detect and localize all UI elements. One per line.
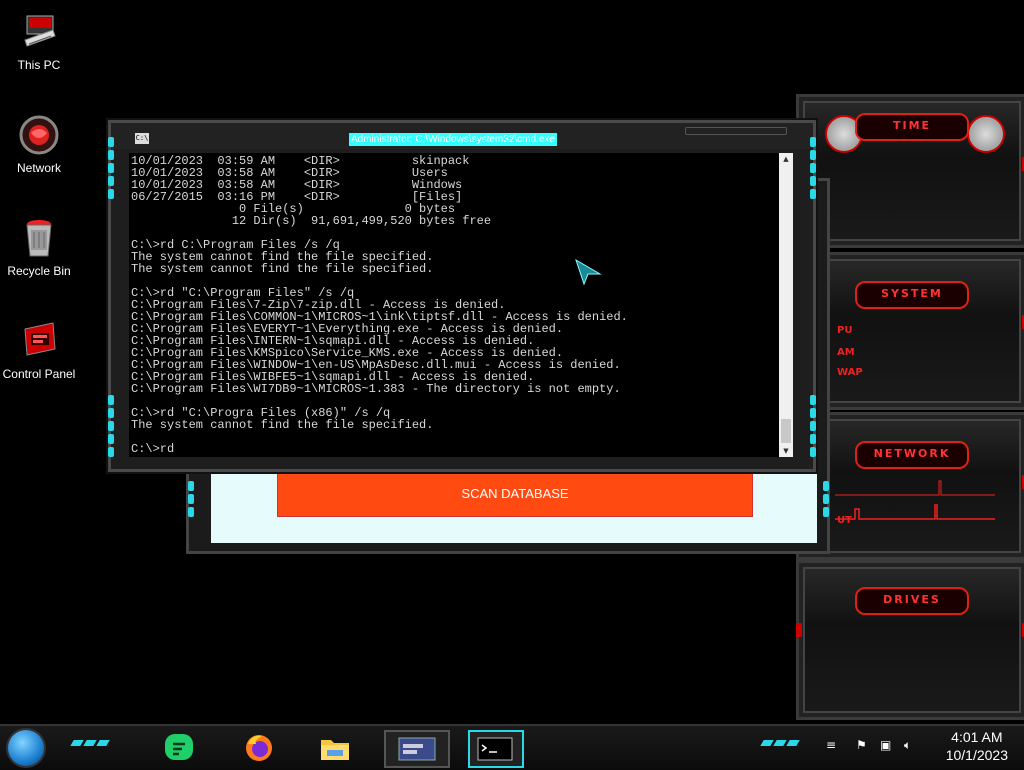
console-output: 10/01/2023 03:59 AM <DIR> skinpack 10/01…	[131, 154, 628, 456]
network-graph	[835, 480, 995, 520]
drives-gadget-header: DRIVES	[855, 587, 969, 615]
recycle-bin-icon	[17, 216, 61, 260]
decor-cyan-bars	[108, 395, 114, 457]
control-panel-icon	[17, 319, 61, 363]
decor-cyan-bars	[188, 481, 194, 517]
drives-gadget: DRIVES	[796, 560, 1024, 720]
show-hidden-icons-icon[interactable]: ≡	[826, 738, 836, 752]
system-label-swap: WAP	[837, 367, 863, 378]
scroll-down-arrow-icon[interactable]: ▼	[779, 445, 793, 457]
taskbar: ≡ ⚑ ▣ 🔈︎ 4:01 AM 10/1/2023	[0, 724, 1024, 770]
decor-tab	[796, 623, 802, 637]
action-center-flag-icon[interactable]: ⚑	[856, 738, 867, 752]
decor-cyan-dots	[70, 740, 110, 746]
system-gadget-header: SYSTEM	[855, 281, 969, 309]
network-label: Network	[16, 161, 61, 175]
desktop-icon-recycle-bin[interactable]: Recycle Bin	[0, 216, 78, 278]
system-gadget: SYSTEM PU AM WAP	[796, 252, 1024, 410]
alien-logo-right	[967, 115, 1005, 153]
decor-cyan-bars	[823, 481, 829, 517]
control-panel-label: Control Panel	[2, 367, 76, 381]
network-label-out: UT	[837, 515, 852, 526]
recycle-bin-label: Recycle Bin	[7, 264, 71, 278]
window-app-icon	[398, 737, 436, 761]
cmd-app-icon: C:\	[135, 133, 149, 144]
titlebar-decor-right	[685, 127, 787, 135]
taskbar-chat-app-icon[interactable]	[162, 732, 196, 764]
clock-date: 10/1/2023	[945, 747, 1008, 763]
desktop-icon-this-pc[interactable]: This PC	[0, 10, 78, 72]
network-status-icon[interactable]: ▣	[880, 738, 891, 752]
scan-database-button[interactable]: SCAN DATABASE	[277, 471, 753, 517]
mouse-cursor-icon	[575, 258, 602, 286]
time-gadget-header: TIME	[855, 113, 969, 141]
cmd-titlebar[interactable]: C:\ Administrator: C:\Windows\system32\c…	[111, 123, 813, 149]
cmd-console[interactable]: 10/01/2023 03:59 AM <DIR> skinpack 10/01…	[129, 153, 779, 457]
clock-time: 4:01 AM	[951, 729, 1003, 745]
system-label-ram: AM	[837, 347, 855, 358]
desktop-icon-network[interactable]: Network	[0, 113, 78, 175]
network-gadget: NETWORK UT	[796, 412, 1024, 560]
taskbar-command-prompt-button[interactable]	[468, 730, 524, 768]
start-orb-button[interactable]	[8, 730, 44, 766]
taskbar-file-explorer-icon[interactable]	[318, 732, 352, 764]
system-label-cpu: PU	[837, 325, 853, 336]
volume-icon[interactable]: 🔈︎	[904, 738, 911, 753]
command-prompt-icon	[477, 737, 513, 761]
decor-cyan-dots	[760, 740, 800, 746]
this-pc-icon	[17, 10, 61, 54]
decor-cyan-bars	[810, 395, 816, 457]
network-icon	[17, 113, 61, 157]
decor-cyan-bars	[810, 137, 816, 199]
time-gadget: TIME	[796, 94, 1024, 248]
scroll-up-arrow-icon[interactable]: ▲	[779, 153, 793, 165]
taskbar-window-app-button[interactable]	[384, 730, 450, 768]
cmd-window-title: Administrator: C:\Windows\system32\cmd.e…	[349, 133, 557, 146]
cmd-window[interactable]: C:\ Administrator: C:\Windows\system32\c…	[108, 120, 816, 472]
cmd-scrollbar[interactable]: ▲ ▼	[779, 153, 793, 457]
taskbar-firefox-icon[interactable]	[242, 732, 276, 764]
network-gadget-header: NETWORK	[855, 441, 969, 469]
system-clock[interactable]: 4:01 AM 10/1/2023	[946, 728, 1008, 764]
this-pc-label: This PC	[17, 58, 61, 72]
desktop-icon-control-panel[interactable]: Control Panel	[0, 319, 78, 381]
scroll-thumb[interactable]	[781, 419, 791, 443]
decor-cyan-bars	[108, 137, 114, 199]
